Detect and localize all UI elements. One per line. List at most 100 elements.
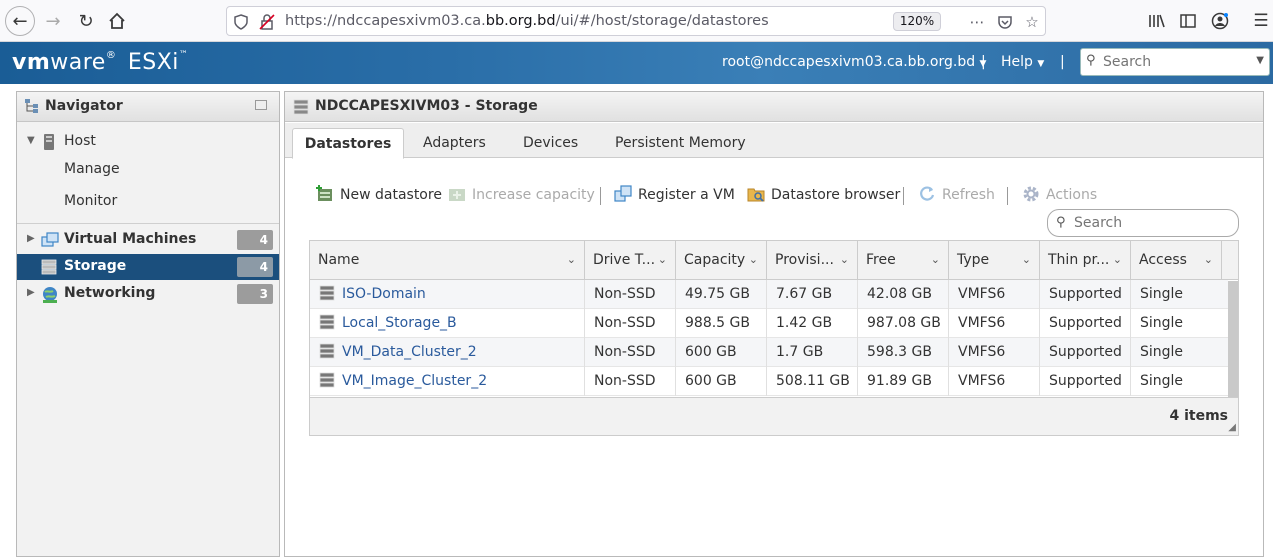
hamburger-menu-icon[interactable]: ☰ — [1250, 10, 1272, 32]
header-search-input[interactable] — [1103, 52, 1253, 72]
nav-item-host[interactable]: ▼ Host — [17, 129, 279, 155]
browser-toolbar: ← → ↻ https://ndccapesxivm03.ca.bb.org.b… — [0, 0, 1273, 42]
resize-grip-icon[interactable]: ◢ — [1228, 422, 1236, 433]
back-arrow-icon[interactable]: ← — [5, 6, 35, 36]
networking-globe-icon — [41, 286, 59, 308]
count-badge: 4 — [237, 230, 273, 250]
bookmark-star-icon[interactable]: ☆ — [1022, 12, 1042, 32]
library-icon[interactable] — [1146, 10, 1168, 32]
toolbar-separator — [600, 187, 601, 205]
datastore-icon — [319, 285, 335, 301]
refresh-icon — [920, 186, 935, 201]
tab-adapters[interactable]: Adapters — [413, 128, 496, 159]
nav-item-monitor[interactable]: Monitor — [17, 189, 279, 215]
refresh-button[interactable]: Refresh — [918, 185, 995, 207]
column-header-thin-provisioning[interactable]: Thin pr... ⌄ — [1040, 241, 1131, 280]
table-row[interactable]: VM_Image_Cluster_2 Non-SSD 600 GB 508.11… — [310, 367, 1228, 396]
nav-item-networking[interactable]: ▶ Networking 3 — [17, 281, 279, 307]
datastore-icon — [319, 343, 335, 359]
column-header-name[interactable]: Name ⌄ — [310, 241, 585, 280]
header-separator: | — [1060, 54, 1065, 70]
drive-type-cell: Non-SSD — [585, 309, 676, 338]
column-header-free[interactable]: Free ⌄ — [858, 241, 949, 280]
column-header-type[interactable]: Type ⌄ — [949, 241, 1040, 280]
storage-icon — [41, 259, 57, 279]
toolbar-separator — [903, 187, 904, 205]
column-header-provisioned[interactable]: Provisi... ⌄ — [767, 241, 858, 280]
shield-icon[interactable] — [231, 12, 251, 32]
collapse-panel-icon[interactable] — [255, 100, 267, 110]
datastore-name-cell[interactable]: ISO-Domain — [310, 280, 585, 309]
reload-icon[interactable]: ↻ — [71, 6, 101, 36]
insecure-lock-icon[interactable] — [257, 12, 277, 32]
virtual-machines-icon — [41, 232, 59, 252]
table-row[interactable]: Local_Storage_B Non-SSD 988.5 GB 1.42 GB… — [310, 309, 1228, 338]
toolbar-separator — [1007, 187, 1008, 205]
table-row[interactable]: VM_Data_Cluster_2 Non-SSD 600 GB 1.7 GB … — [310, 338, 1228, 367]
access-cell: Single — [1140, 373, 1184, 389]
table-row[interactable]: ISO-Domain Non-SSD 49.75 GB 7.67 GB 42.0… — [310, 280, 1228, 309]
column-header-access[interactable]: Access ⌄ — [1131, 241, 1222, 280]
host-icon — [43, 133, 55, 155]
provisioned-cell: 508.11 GB — [767, 367, 858, 396]
chevron-down-icon: ⌄ — [566, 253, 576, 266]
register-vm-button[interactable]: Register a VM — [614, 185, 735, 207]
provisioned-cell: 1.42 GB — [767, 309, 858, 338]
new-datastore-button[interactable]: New datastore — [316, 185, 442, 207]
chevron-down-icon: ⌄ — [839, 253, 849, 266]
datastore-name-cell[interactable]: VM_Data_Cluster_2 — [310, 338, 585, 367]
pocket-icon[interactable] — [995, 12, 1015, 32]
nav-monitor-label: Monitor — [64, 193, 118, 209]
tab-persistent-memory[interactable]: Persistent Memory — [605, 128, 756, 159]
table-footer: 4 items ◢ — [310, 397, 1238, 435]
datastore-icon — [319, 372, 335, 388]
expand-arrow-icon[interactable]: ▼ — [27, 135, 35, 146]
account-icon[interactable] — [1209, 10, 1231, 32]
nav-item-virtual-machines[interactable]: ▶ Virtual Machines 4 — [17, 227, 279, 253]
increase-capacity-button[interactable]: Increase capacity — [448, 185, 595, 207]
increase-capacity-label: Increase capacity — [472, 187, 595, 203]
grid-search-input[interactable] — [1074, 214, 1224, 232]
gear-icon — [1023, 186, 1039, 202]
nav-storage-label: Storage — [64, 258, 127, 274]
help-menu[interactable]: Help ▼ — [1001, 54, 1044, 70]
forward-arrow-icon[interactable]: → — [38, 6, 68, 36]
column-header-capacity[interactable]: Capacity ⌄ — [676, 241, 767, 280]
chevron-down-icon: ⌄ — [1203, 253, 1213, 266]
actions-button[interactable]: Actions — [1022, 185, 1097, 207]
refresh-label: Refresh — [942, 187, 995, 203]
chevron-down-icon[interactable]: ▼ — [1256, 55, 1264, 66]
type-cell: VMFS6 — [949, 367, 1040, 396]
sidebar-toggle-icon[interactable] — [1177, 10, 1199, 32]
storage-title-bar: NDCCAPESXIVM03 - Storage — [285, 92, 1263, 122]
type-cell: VMFS6 — [949, 280, 1040, 309]
datastore-name-cell[interactable]: VM_Image_Cluster_2 — [310, 367, 585, 396]
expand-arrow-icon[interactable]: ▶ — [27, 287, 35, 298]
header-search-box[interactable]: ⚲ ▼ — [1080, 48, 1270, 76]
grid-search-box[interactable]: ⚲ — [1047, 209, 1239, 237]
free-cell: 91.89 GB — [858, 367, 949, 396]
home-icon[interactable] — [102, 6, 132, 36]
column-header-drive-type[interactable]: Drive T... ⌄ — [585, 241, 676, 280]
datastore-browser-button[interactable]: Datastore browser — [747, 185, 900, 207]
nav-item-storage[interactable]: Storage 4 — [17, 254, 279, 280]
actions-label: Actions — [1046, 187, 1098, 203]
nav-host-label: Host — [64, 133, 96, 149]
access-cell: Single — [1140, 315, 1184, 331]
tab-devices[interactable]: Devices — [513, 128, 588, 159]
datastore-name-cell[interactable]: Local_Storage_B — [310, 309, 585, 338]
thin-provisioning-cell: Supported — [1040, 338, 1131, 367]
page-title: NDCCAPESXIVM03 - Storage — [315, 98, 538, 114]
table-scrollbar[interactable] — [1228, 281, 1238, 397]
datastore-browser-icon — [747, 188, 765, 202]
tab-datastores[interactable]: Datastores — [292, 128, 404, 159]
zoom-level-badge[interactable]: 120% — [893, 12, 941, 31]
url-bar[interactable]: https://ndccapesxivm03.ca.bb.org.bd/ui/#… — [226, 6, 1046, 36]
increase-capacity-icon — [449, 189, 465, 201]
user-menu[interactable]: root@ndccapesxivm03.ca.bb.org.bd ▼ — [722, 54, 986, 70]
nav-divider — [17, 223, 279, 224]
nav-item-manage[interactable]: Manage — [17, 157, 279, 183]
chevron-down-icon: ⌄ — [1021, 253, 1031, 266]
page-actions-icon[interactable]: ⋯ — [967, 12, 987, 32]
expand-arrow-icon[interactable]: ▶ — [27, 233, 35, 244]
